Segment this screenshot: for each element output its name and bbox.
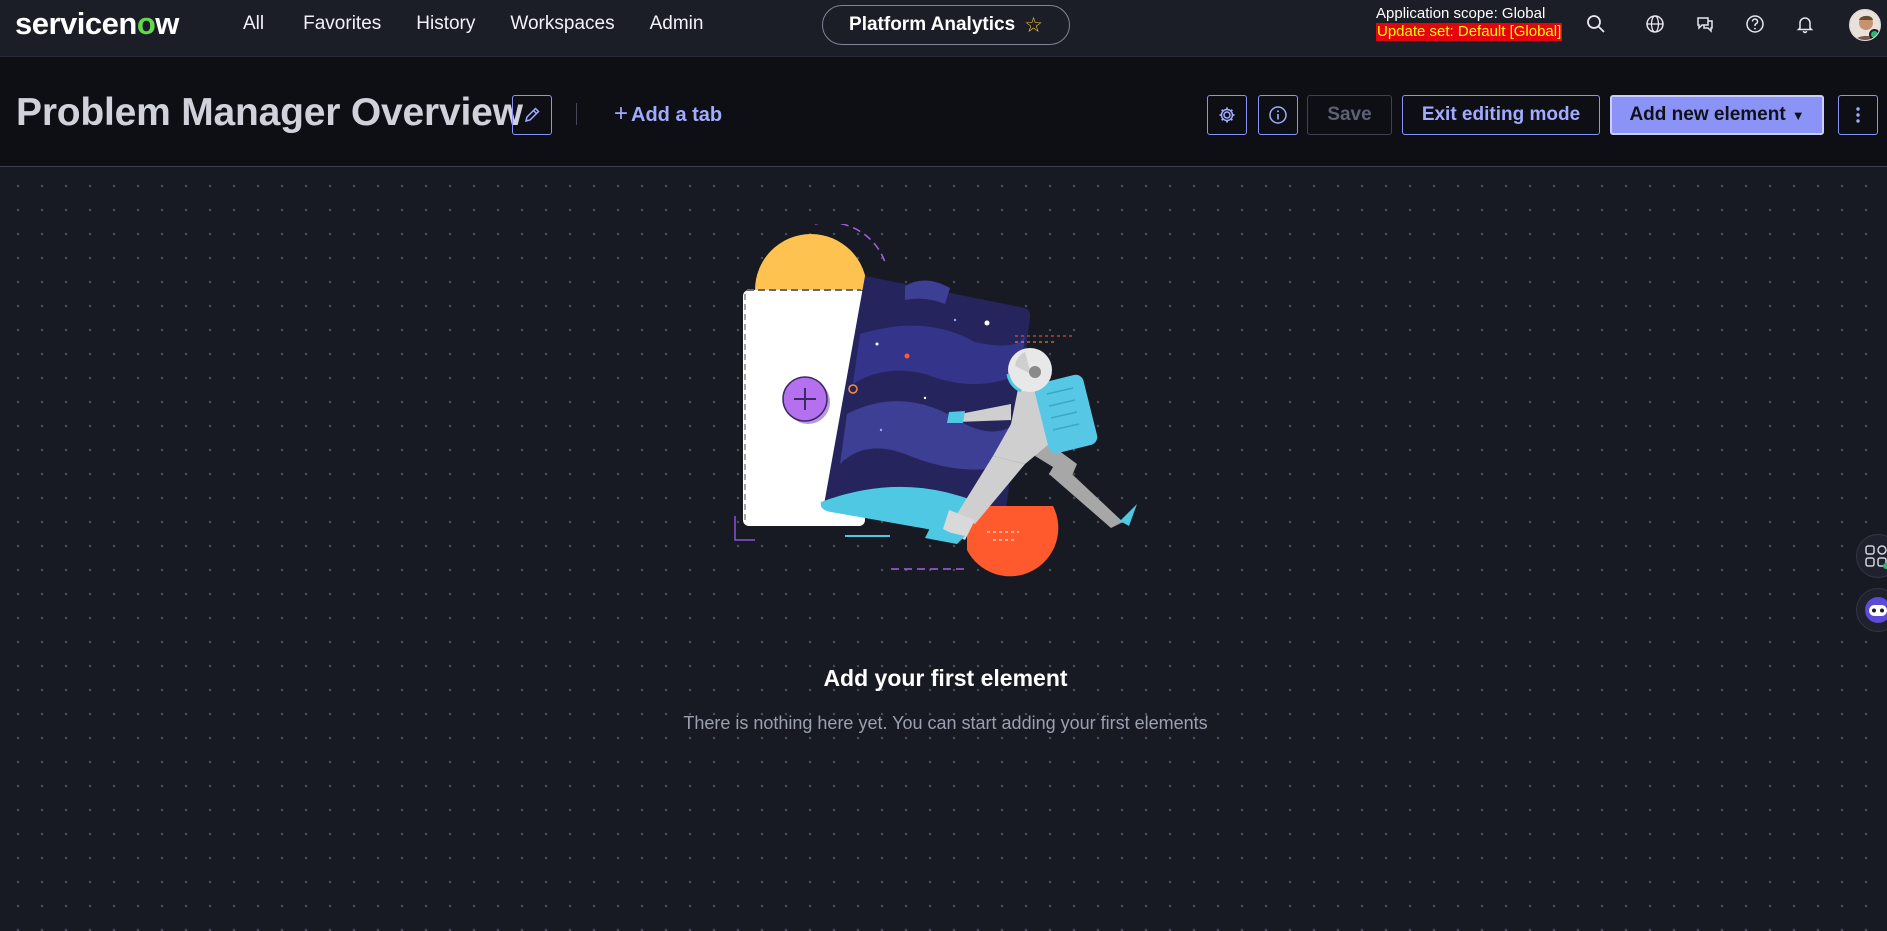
add-new-element-button[interactable]: Add new element ▼ [1610,95,1824,135]
empty-state-subtitle: There is nothing here yet. You can start… [683,713,1208,733]
workspace-title-pill[interactable]: Platform Analytics ☆ [822,5,1070,45]
save-button[interactable]: Save [1307,95,1392,135]
globe-icon[interactable] [1644,13,1666,35]
chat-icon[interactable] [1694,13,1716,35]
help-icon[interactable] [1744,13,1766,35]
nav-workspaces[interactable]: Workspaces [510,13,614,35]
header-divider [576,103,577,125]
info-button[interactable] [1258,95,1298,135]
apps-grid-icon [1865,545,1887,569]
settings-button[interactable] [1207,95,1247,135]
edit-title-button[interactable] [512,95,552,135]
exit-editing-mode-button[interactable]: Exit editing mode [1402,95,1600,135]
gear-icon [1219,107,1235,123]
update-set-label: Update set: Default [Global] [1376,23,1563,41]
servicenow-logo[interactable]: servicenow [15,6,179,42]
empty-state-astronaut-illustration [734,224,1137,577]
page-header: Problem Manager Overview + Add a tab Save… [0,57,1887,167]
empty-state-title: Add your first element [823,665,1068,691]
nav-history[interactable]: History [416,13,475,35]
bell-icon[interactable] [1794,13,1816,35]
workspace-title: Platform Analytics [849,14,1016,35]
top-navigation: servicenow All Favorites History Workspa… [0,0,1887,57]
side-widget-button[interactable] [1856,534,1887,578]
more-options-button[interactable] [1838,95,1878,135]
scope-info[interactable]: Application scope: Global Update set: De… [1376,5,1563,41]
info-icon [1269,106,1287,124]
page-title: Problem Manager Overview [16,91,523,134]
nav-all[interactable]: All [243,13,264,35]
add-tab-button[interactable]: + Add a tab [614,102,722,127]
dashboard-canvas[interactable]: Add your first element There is nothing … [0,168,1887,931]
search-icon[interactable] [1585,13,1607,35]
online-status-dot [1869,29,1880,40]
virtual-agent-button[interactable] [1856,588,1887,632]
assistant-bot-icon [1865,597,1887,623]
nav-favorites[interactable]: Favorites [303,13,381,35]
user-avatar[interactable] [1849,9,1881,41]
application-scope-label: Application scope: Global [1376,5,1546,22]
main-menu: All Favorites History Workspaces Admin [243,13,738,35]
plus-icon: + [614,100,629,127]
pencil-icon [524,107,540,123]
kebab-menu-icon [1856,107,1860,123]
favorite-star-icon[interactable]: ☆ [1024,13,1043,38]
nav-admin[interactable]: Admin [650,13,704,35]
caret-down-icon: ▼ [1791,107,1805,123]
